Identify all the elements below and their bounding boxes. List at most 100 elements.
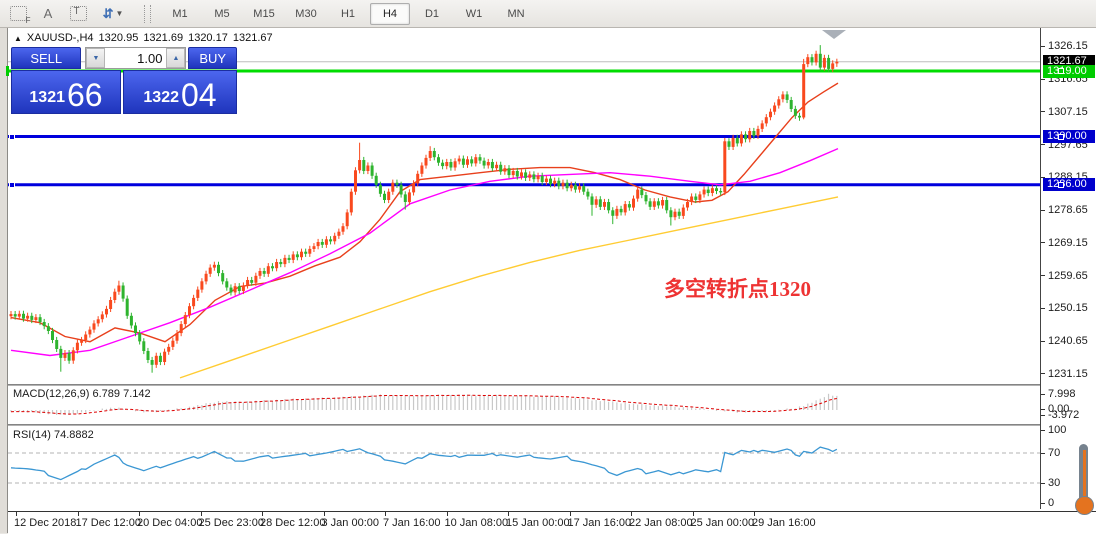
time-axis-label: 20 Dec 04:00 bbox=[137, 517, 203, 529]
axis-tick bbox=[1041, 308, 1045, 309]
timeframe-h4[interactable]: H4 bbox=[370, 2, 410, 25]
time-axis-tick bbox=[631, 512, 632, 516]
axis-tick bbox=[1041, 394, 1045, 395]
timeframe-d1[interactable]: D1 bbox=[412, 3, 452, 25]
time-axis-tick bbox=[200, 512, 202, 516]
timeframe-w1[interactable]: W1 bbox=[454, 3, 494, 25]
hline-1300-right-handle[interactable] bbox=[1058, 134, 1064, 140]
macd-canvas[interactable] bbox=[8, 386, 1040, 424]
text-t-icon-shape bbox=[69, 6, 87, 21]
hline-price-badge: 1300.00 bbox=[1043, 130, 1095, 144]
timeframe-h1[interactable]: H1 bbox=[328, 3, 368, 25]
time-axis-tick bbox=[569, 512, 571, 516]
timeframe-m1[interactable]: M1 bbox=[160, 3, 200, 25]
rsi-canvas[interactable] bbox=[8, 426, 1040, 508]
timeframe-m30[interactable]: M30 bbox=[286, 3, 326, 25]
time-axis-label: 29 Jan 16:00 bbox=[752, 517, 816, 529]
time-axis-label: 17 Dec 12:00 bbox=[75, 517, 141, 529]
label-a-icon[interactable]: A bbox=[36, 3, 60, 24]
axis-tick bbox=[1041, 210, 1045, 211]
timeframe-mn[interactable]: MN bbox=[496, 3, 536, 25]
volume-input[interactable] bbox=[105, 48, 167, 68]
axis-tick bbox=[1041, 409, 1045, 410]
sell-price-box[interactable]: 1321 66 bbox=[11, 70, 121, 114]
time-axis-tick bbox=[508, 512, 509, 516]
macd-scale-label: 7.998 bbox=[1048, 388, 1076, 400]
axis-tick bbox=[1041, 483, 1045, 484]
macd-main-value: 6.789 bbox=[92, 388, 121, 400]
chart-title: ▲ XAUUSD-,H4 1320.95 1321.69 1320.17 1321.6… bbox=[14, 32, 273, 44]
hline-1300-left-handle[interactable] bbox=[9, 134, 15, 140]
price-axis-label: 1259.65 bbox=[1048, 269, 1088, 282]
chart-title-high: 1321.69 bbox=[143, 32, 184, 44]
time-axis-tick bbox=[262, 512, 263, 516]
hline-price-badge: 1319.00 bbox=[1043, 64, 1095, 78]
thermometer-core bbox=[1082, 450, 1086, 502]
sell-price-small: 1321 bbox=[29, 89, 65, 106]
time-axis-label: 15 Jan 00:00 bbox=[506, 517, 570, 529]
time-axis-label: 17 Jan 16:00 bbox=[567, 517, 632, 529]
grid-f-icon[interactable]: F bbox=[6, 3, 31, 25]
axis-tick bbox=[1041, 144, 1045, 145]
toolbar-grip[interactable] bbox=[144, 4, 151, 23]
chart-window: ▲ XAUUSD-,H4 1320.95 1321.69 1320.17 1321.6… bbox=[8, 28, 1096, 534]
time-axis-tick bbox=[16, 512, 17, 516]
buy-price-box[interactable]: 1322 04 bbox=[123, 70, 237, 114]
collapse-arrow-icon[interactable]: ▲ bbox=[14, 34, 22, 43]
volume-up-button[interactable]: ▲ bbox=[166, 48, 186, 68]
rsi-label: RSI(14) bbox=[13, 429, 51, 441]
arrows-icon[interactable]: ⇵ ▼ bbox=[96, 3, 130, 24]
hline-1286-right-handle[interactable] bbox=[1058, 182, 1064, 188]
price-axis-label: 1269.15 bbox=[1048, 236, 1088, 249]
down-arrow-marker-icon[interactable] bbox=[822, 30, 846, 39]
time-axis[interactable]: 12 Dec 2018 17 Dec 12:00 20 Dec 04:00 25 De… bbox=[8, 511, 1096, 534]
chart-title-open: 1320.95 bbox=[98, 32, 139, 44]
time-axis-tick bbox=[385, 512, 386, 516]
rsi-value: 74.8882 bbox=[53, 429, 94, 441]
timeframe-m5[interactable]: M5 bbox=[202, 3, 242, 25]
chart-annotation: 多空转折点1320 bbox=[664, 277, 811, 301]
timeframe-m15[interactable]: M15 bbox=[244, 3, 284, 25]
time-axis-label: 25 Jan 00:00 bbox=[690, 517, 755, 529]
window-left-gutter bbox=[0, 28, 8, 533]
price-axis[interactable]: 1326.151316.651307.151297.651288.151278.… bbox=[1041, 28, 1096, 509]
time-axis-label: 3 Jan 00:00 bbox=[321, 517, 380, 529]
chart-title-low: 1320.17 bbox=[188, 32, 228, 44]
volume-down-button[interactable]: ▼ bbox=[86, 48, 106, 68]
time-axis-label: 28 Dec 12:00 bbox=[260, 517, 326, 529]
macd-signal-value: 7.142 bbox=[123, 388, 151, 400]
rsi-label-row: RSI(14) 74.8882 bbox=[13, 429, 94, 441]
thermometer-bulb bbox=[1075, 496, 1094, 515]
time-axis-tick bbox=[77, 512, 79, 516]
hline-1286-left-handle[interactable] bbox=[9, 182, 15, 188]
sell-button[interactable]: SELL bbox=[11, 47, 82, 69]
time-axis-label: 7 Jan 16:00 bbox=[383, 517, 441, 529]
price-axis-separator bbox=[1040, 28, 1041, 509]
time-axis-label: 10 Jan 08:00 bbox=[444, 517, 509, 529]
axis-tick bbox=[1041, 503, 1045, 504]
price-axis-label: 1326.15 bbox=[1048, 40, 1088, 53]
rsi-scale-label: 70 bbox=[1048, 447, 1061, 459]
volume-stepper: ▼ ▲ bbox=[85, 47, 187, 69]
macd-label: MACD(12,26,9) bbox=[13, 388, 90, 400]
text-t-icon[interactable] bbox=[66, 3, 90, 24]
axis-tick bbox=[1041, 242, 1045, 243]
hline-price-badge: 1286.00 bbox=[1043, 178, 1095, 192]
sell-price-big: 66 bbox=[67, 77, 103, 113]
axis-tick bbox=[1041, 275, 1045, 276]
buy-button[interactable]: BUY bbox=[188, 47, 237, 69]
macd-scale-label: -3.972 bbox=[1048, 409, 1080, 421]
macd-label-row: MACD(12,26,9) 6.789 7.142 bbox=[13, 388, 151, 400]
axis-tick bbox=[1041, 341, 1045, 342]
rsi-scale-label: 0 bbox=[1048, 497, 1055, 509]
rsi-scale-label: 100 bbox=[1048, 424, 1067, 436]
price-axis-label: 1250.15 bbox=[1048, 302, 1088, 315]
chevron-down-icon[interactable]: ▼ bbox=[115, 9, 123, 18]
axis-tick bbox=[1041, 111, 1045, 112]
hline-1319-left-handle[interactable] bbox=[6, 66, 9, 76]
hline-1319-right-handle[interactable] bbox=[1058, 68, 1064, 74]
price-axis-label: 1278.65 bbox=[1048, 204, 1088, 217]
axis-tick bbox=[1041, 79, 1045, 80]
time-axis-tick bbox=[692, 512, 694, 516]
buy-price-big: 04 bbox=[181, 77, 217, 113]
